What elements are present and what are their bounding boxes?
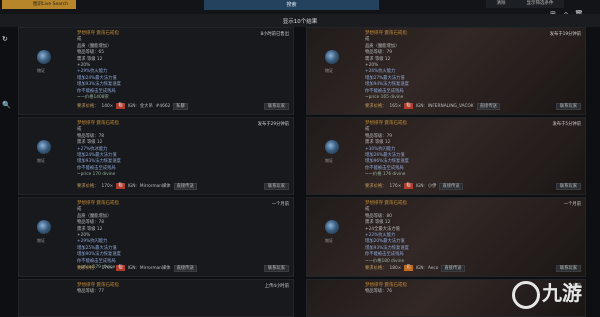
price-row: 要求价格： 165× 仙 IGN: INFERNALING_VACOK 直接传送… (365, 102, 581, 110)
contact-button[interactable]: 联系玩家 (555, 182, 581, 190)
listing-time: 一个月前 (563, 202, 581, 207)
price-label: 要求价格： (77, 266, 99, 271)
contact-button[interactable]: 联系玩家 (263, 102, 289, 110)
result-card: 物证 梦想掠夺 震荡石戒指 戒 物品等级：80 需求 等级 12 +24全最大法力… (306, 197, 586, 277)
currency-badge: 仙 (116, 183, 125, 189)
verify-label: 物证 (325, 158, 333, 163)
listing-time: 一个月前 (271, 202, 289, 207)
results-count: 显示10个结果 (282, 19, 318, 25)
item-info: 梦想掠夺 震荡石戒指 戒 品质（魔能增加） 物品等级：65 需求 等级 12 +20… (77, 31, 237, 101)
item-note: ~price 165 divine (365, 94, 404, 100)
price-value: 165× (389, 103, 402, 109)
item-note: ~price 170 divine (77, 172, 116, 178)
listing-time: 8小时前已售出 (260, 32, 289, 37)
ign-label: IGN: (415, 183, 425, 189)
seller-name[interactable]: 金大吊 (140, 103, 153, 109)
seller-tag: #4662 (155, 103, 171, 109)
top-toolbar: 图识Live Search 搜索 清除 显示筛选条件 (0, 0, 600, 14)
results-header: 显示10个结果 (0, 14, 600, 27)
whisper-select[interactable]: 直接传送 (439, 182, 463, 190)
verify-label: 物证 (325, 238, 333, 243)
currency-badge: 仙 (404, 103, 413, 109)
ring-thumbnail (325, 140, 339, 154)
item-note: ~一价格1408崇 (77, 94, 109, 100)
verify-label: 物证 (325, 68, 333, 73)
whisper-select[interactable]: 直接传送 (173, 182, 197, 190)
currency-badge: 仙 (116, 103, 125, 109)
contact-button[interactable]: 联系玩家 (263, 182, 289, 190)
ign-label: IGN: (415, 265, 425, 271)
contact-button[interactable]: 联系玩家 (555, 264, 581, 272)
result-card: 物证 梦想掠夺 震荡石戒指 戒 品质（魔能增加） 物品等级：65 需求 等级 12 … (18, 27, 294, 115)
listing-time: 发布于5分钟前 (552, 122, 581, 127)
price-value: 180× (389, 265, 402, 271)
price-row: 要求价格： 180× 元 IGN: Aeco 直接传送 联系玩家 (365, 264, 581, 272)
whisper-select[interactable]: 直接传送 (476, 102, 500, 110)
price-row: 要求价格： 170× 仙 IGN: Mirrorman媒体 直接传送 联系玩家 (77, 182, 289, 190)
clear-button[interactable]: 清除 (486, 0, 516, 8)
listing-time: 发布于19分钟前 (549, 32, 581, 37)
seller-name[interactable]: INFERNALING_VACOK (428, 104, 474, 109)
price-row: 要求价格： 179× 仙 IGN: Mirrorman媒体 直接传送 联系玩家 (77, 264, 289, 272)
price-value: 179× (101, 265, 114, 271)
seller-name[interactable]: Mirrorman媒体 (140, 183, 171, 189)
price-value: 176× (389, 183, 402, 189)
item-level: 物品等级：77 (77, 289, 104, 295)
ign-label: IGN: (127, 183, 137, 189)
magnifier-icon[interactable]: 🔍 (2, 101, 11, 109)
item-info: 梦想掠夺 震荡石戒指 戒 物品等级：79 需求 等级 12 +30%抗闪能力 增加2… (365, 121, 525, 179)
ring-thumbnail (325, 50, 339, 64)
price-row: 要求价格： 140× 仙 IGN: 金大吊 #4662 私聊 联系玩家 (77, 102, 289, 110)
show-filters-button[interactable]: 显示筛选条件 (516, 0, 564, 8)
item-level: 物品等级：76 (365, 289, 392, 295)
price-label: 要求价格： (365, 184, 387, 189)
verify-label: 物证 (37, 68, 45, 73)
contact-button[interactable]: 联系玩家 (263, 264, 289, 272)
result-card: 物证 梦想掠夺 震荡石戒指 戒 品质（魔能增加） 物品等级：78 需求 等级 12 … (18, 197, 294, 277)
ign-label: IGN: (415, 103, 425, 109)
price-value: 140× (101, 103, 114, 109)
ring-thumbnail (37, 220, 51, 234)
price-value: 170× (101, 183, 114, 189)
price-label: 要求价格： (365, 266, 387, 271)
ign-label: IGN: (127, 103, 137, 109)
seller-name[interactable]: Aeco (428, 266, 439, 271)
verify-label: 物证 (37, 238, 45, 243)
ring-thumbnail (37, 140, 51, 154)
whisper-select[interactable]: 直接传送 (441, 264, 465, 272)
item-info: 梦想掠夺 震荡石戒指 戒 物品等级：78 需求 等级 12 +27%抗冰能力 增加2… (77, 121, 237, 179)
contact-button[interactable]: 联系玩家 (555, 102, 581, 110)
result-card: 梦想掠夺 震荡石戒指 物品等级：77 上传4小时前 (18, 279, 294, 317)
search-button[interactable]: 搜索 (204, 0, 379, 10)
result-card: 物证 梦想掠夺 震荡石戒指 戒 品质（魔能增加） 物品等级：79 需求 等级 12 … (306, 27, 586, 115)
ring-thumbnail (325, 220, 339, 234)
live-search-button[interactable]: 图识Live Search (2, 0, 76, 9)
price-label: 要求价格： (77, 104, 99, 109)
refresh-icon[interactable]: ↻ (2, 35, 10, 43)
result-card: 物证 梦想掠夺 震荡石戒指 戒 物品等级：78 需求 等级 12 +27%抗冰能力… (18, 117, 294, 195)
result-card: 物证 梦想掠夺 震荡石戒指 戒 物品等级：79 需求 等级 12 +30%抗闪能力… (306, 117, 586, 195)
listing-time: 上传4小时前 (264, 284, 289, 289)
price-row: 要求价格： 176× 仙 IGN: 小伊 直接传送 联系玩家 (365, 182, 581, 190)
whisper-select[interactable]: 私聊 (173, 102, 188, 110)
seller-name[interactable]: 小伊 (428, 183, 437, 189)
item-info: 梦想掠夺 震荡石戒指 戒 品质（魔能增加） 物品等级：79 需求 等级 12 +20… (365, 31, 525, 101)
currency-badge: 仙 (116, 265, 125, 271)
whisper-select[interactable]: 直接传送 (173, 264, 197, 272)
currency-badge: 仙 (404, 183, 413, 189)
ign-label: IGN: (127, 265, 137, 271)
item-info: 梦想掠夺 震荡石戒指 戒 品质（魔能增加） 物品等级：78 需求 等级 12 +20… (77, 201, 237, 271)
listing-time: 发布于29分钟前 (257, 122, 289, 127)
price-label: 要求价格： (77, 184, 99, 189)
currency-badge: 元 (404, 265, 413, 271)
seller-name[interactable]: Mirrorman媒体 (140, 265, 171, 271)
price-label: 要求价格： (365, 104, 387, 109)
jiuyou-logo: 九游 (512, 276, 592, 310)
ring-thumbnail (37, 50, 51, 64)
item-info: 梦想掠夺 震荡石戒指 戒 物品等级：80 需求 等级 12 +24全最大法力值 +… (365, 201, 525, 265)
item-note: ~一价格 176 divine (365, 172, 406, 178)
verify-label: 物证 (37, 158, 45, 163)
